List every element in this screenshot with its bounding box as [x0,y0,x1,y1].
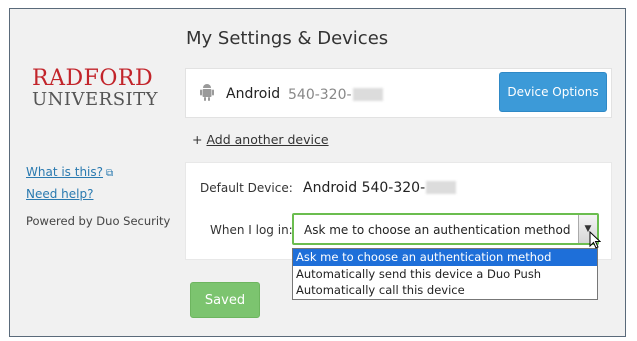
need-help-link[interactable]: Need help? [26,184,113,204]
device-name: Android [226,86,281,102]
login-action-selected-value: Ask me to choose an authentication metho… [304,223,571,237]
settings-card: Default Device: Android 540-320- When I … [185,162,612,260]
add-another-device-link[interactable]: Add another device [206,132,328,147]
login-action-dropdown: Ask me to choose an authentication metho… [292,248,598,300]
default-device-value: Android 540-320- [303,180,457,196]
sidebar-links: What is this? ⧉ Need help? [26,162,113,204]
add-device-plus: + [192,132,203,147]
mouse-cursor-icon [589,231,601,249]
device-number-text: 540-320- [288,87,352,103]
default-device-label: Default Device: [200,181,293,195]
dropdown-option[interactable]: Ask me to choose an authentication metho… [293,249,597,266]
what-is-this-link[interactable]: What is this? ⧉ [26,162,113,184]
dropdown-option[interactable]: Automatically call this device [293,282,597,299]
dropdown-option[interactable]: Automatically send this device a Duo Pus… [293,266,597,283]
add-device-row: + Add another device [192,132,329,147]
device-number: 540-320- [288,87,383,103]
powered-by-text: Powered by Duo Security [26,214,171,228]
external-link-icon: ⧉ [106,168,114,179]
device-card: Android 540-320- Device Options [185,68,612,118]
when-login-label: When I log in: [210,223,293,237]
logo-line-2: UNIVERSITY [32,89,159,110]
android-icon [200,84,214,101]
page-title: My Settings & Devices [186,28,389,49]
default-device-value-text: Android 540-320- [303,180,426,196]
device-options-button[interactable]: Device Options [499,72,607,112]
redaction-block [352,88,383,101]
redaction-block [426,181,457,194]
logo-line-1: RADFORD [32,66,154,91]
what-is-this-label: What is this? [26,165,104,179]
university-logo: RADFORD UNIVERSITY [32,66,159,110]
saved-button[interactable]: Saved [190,282,260,318]
login-action-select[interactable]: Ask me to choose an authentication metho… [292,213,599,245]
